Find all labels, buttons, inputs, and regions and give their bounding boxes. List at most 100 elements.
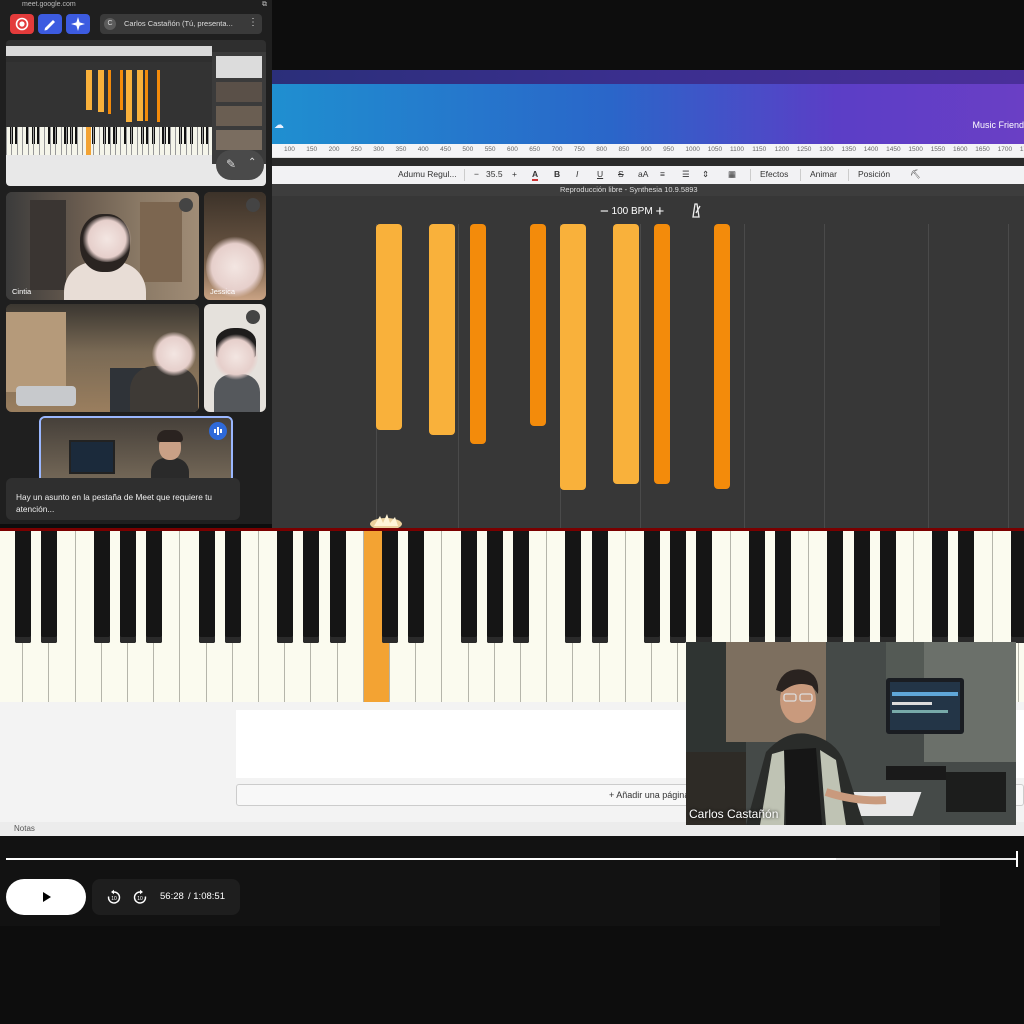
transparency-icon[interactable]: ▦ xyxy=(728,169,736,180)
cloud-sync-icon[interactable]: ☁ xyxy=(274,120,284,131)
ruler-tick: 950 xyxy=(663,146,674,153)
piano-black-key[interactable] xyxy=(853,531,870,643)
progress-bar[interactable] xyxy=(6,858,1018,860)
piano-black-key[interactable] xyxy=(382,531,398,643)
meet-attention-toast[interactable]: Hay un asunto en la pestaña de Meet que … xyxy=(6,478,240,520)
falling-note xyxy=(470,224,486,444)
total-time: / 1:08:51 xyxy=(188,891,225,902)
effects-button[interactable]: Efectos xyxy=(760,169,788,179)
piano-black-key[interactable] xyxy=(775,531,791,643)
piano-black-key[interactable] xyxy=(120,531,136,643)
piano-black-key[interactable] xyxy=(670,531,687,643)
notes-button[interactable]: Notas xyxy=(14,824,35,833)
preview-controls-pill[interactable]: ✎ ⌃ xyxy=(216,150,264,180)
open-tab-icon[interactable]: ⧉ xyxy=(262,1,267,9)
more-options-icon[interactable]: ⋮ xyxy=(248,17,258,28)
forward-10-icon[interactable]: 10 xyxy=(132,889,148,905)
participant-tile[interactable]: Cintia xyxy=(6,192,199,300)
piano-black-key[interactable] xyxy=(748,531,765,643)
shelf xyxy=(140,202,182,282)
piano-black-key[interactable] xyxy=(329,531,346,643)
font-size-increase-button[interactable]: + xyxy=(512,169,517,179)
underline-button[interactable]: U xyxy=(597,169,603,179)
progress-handle[interactable] xyxy=(1016,851,1018,867)
piano-black-key[interactable] xyxy=(696,531,713,643)
piano-black-key[interactable] xyxy=(513,531,529,643)
piano-black-key[interactable] xyxy=(303,531,320,643)
piano-black-key[interactable] xyxy=(93,531,110,643)
record-button[interactable] xyxy=(10,14,34,34)
piano-black-key[interactable] xyxy=(644,531,660,643)
participant-tile[interactable] xyxy=(6,304,199,412)
ruler-tick: 600 xyxy=(507,146,518,153)
italic-button[interactable]: I xyxy=(576,169,578,179)
ruler-tick: 800 xyxy=(596,146,608,153)
ruler-tick: 550 xyxy=(484,146,496,153)
record-icon xyxy=(15,17,29,31)
participant-tile[interactable]: Jessica xyxy=(204,192,266,300)
preview-key xyxy=(44,127,46,155)
rewind-10-icon[interactable]: 10 xyxy=(106,889,122,905)
piano-black-key[interactable] xyxy=(224,531,241,643)
bullet-list-icon[interactable]: ☰ xyxy=(682,169,690,180)
falling-note xyxy=(613,224,639,484)
falling-note xyxy=(530,224,546,426)
preview-key xyxy=(93,127,95,155)
chevron-up-icon[interactable]: ⌃ xyxy=(248,157,256,168)
tempo-decrease-button[interactable]: − xyxy=(600,203,609,220)
effects-button[interactable] xyxy=(66,14,90,34)
tempo-increase-button[interactable]: + xyxy=(655,203,664,220)
design-title[interactable]: Music Friend xyxy=(972,120,1024,130)
preview-note xyxy=(126,70,132,122)
letter-case-button[interactable]: aA xyxy=(638,169,648,179)
bold-button[interactable]: B xyxy=(554,169,560,179)
piano-black-key[interactable] xyxy=(591,531,608,643)
animate-button[interactable]: Animar xyxy=(810,169,837,179)
preview-participants xyxy=(212,52,266,164)
no-annotate-icon[interactable]: ✎ xyxy=(226,157,236,171)
annotate-button[interactable] xyxy=(38,14,62,34)
piano-black-key[interactable] xyxy=(277,531,294,643)
preview-key xyxy=(109,127,111,155)
piano-black-key[interactable] xyxy=(879,531,896,643)
play-button[interactable] xyxy=(6,879,86,915)
piano-black-key[interactable] xyxy=(41,531,58,643)
font-size-input[interactable]: 35.5 xyxy=(486,169,503,179)
preview-key xyxy=(104,127,106,155)
piano-black-key[interactable] xyxy=(932,531,949,643)
preview-stage xyxy=(6,62,212,127)
piano-black-key[interactable] xyxy=(146,531,163,643)
position-button[interactable]: Posición xyxy=(858,169,890,179)
strikethrough-button[interactable]: S xyxy=(618,169,624,179)
piano-black-key[interactable] xyxy=(565,531,582,643)
ruler-tick: 1000 xyxy=(685,146,700,153)
piano-black-key[interactable] xyxy=(486,531,503,643)
text-color-button[interactable]: A xyxy=(532,169,539,181)
piano-black-key[interactable] xyxy=(408,531,425,643)
piano-black-key[interactable] xyxy=(460,531,477,643)
ruler-tick: 1650 xyxy=(975,146,990,153)
piano-black-key[interactable] xyxy=(827,531,844,643)
ruler-tick: 300 xyxy=(373,146,385,153)
ruler-tick: 100 xyxy=(284,146,295,153)
preview-key xyxy=(33,127,35,155)
align-center-icon[interactable]: ≡ xyxy=(660,169,665,179)
falling-note xyxy=(429,224,455,435)
paint-format-icon[interactable]: ⛏ xyxy=(910,169,921,180)
ruler-tick: 1750 xyxy=(1019,146,1024,153)
piano-black-key[interactable] xyxy=(958,531,975,643)
font-family-select[interactable]: Adumu Regul... xyxy=(398,169,457,179)
piano-black-key[interactable] xyxy=(1010,531,1024,643)
preview-key xyxy=(27,127,29,155)
line-spacing-icon[interactable]: ⇕ xyxy=(702,169,709,180)
participant-tile[interactable] xyxy=(204,304,266,412)
metronome-icon[interactable] xyxy=(690,202,702,218)
preview-tile xyxy=(216,56,262,78)
gridline xyxy=(744,224,745,528)
preview-key xyxy=(55,127,57,155)
piano-black-key[interactable] xyxy=(198,531,215,643)
font-size-decrease-button[interactable]: − xyxy=(474,169,479,179)
pen-icon xyxy=(44,20,55,31)
presenting-chip[interactable]: C Carlos Castañón (Tú, presenta... ⋮ xyxy=(100,14,262,34)
piano-black-key[interactable] xyxy=(15,531,32,643)
